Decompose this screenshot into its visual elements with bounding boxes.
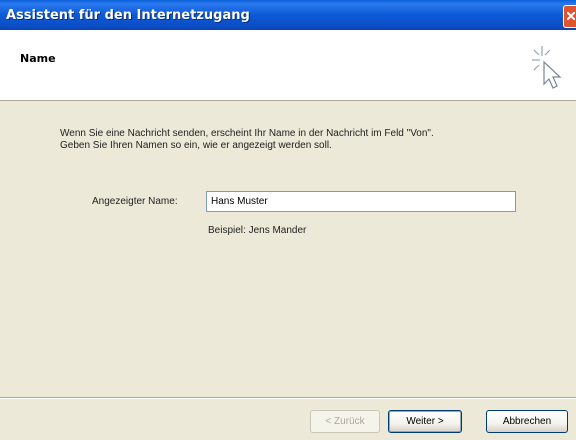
close-button[interactable]: [563, 5, 576, 28]
back-button[interactable]: < Zurück: [310, 410, 380, 433]
wizard-header: Name: [0, 30, 576, 101]
intro-line-1: Wenn Sie eine Nachricht senden, erschein…: [60, 128, 434, 139]
intro-text: Wenn Sie eine Nachricht senden, erschein…: [60, 128, 540, 152]
cancel-button[interactable]: Abbrechen: [486, 410, 568, 433]
display-name-input[interactable]: [206, 191, 516, 212]
wizard-window: Assistent für den Internetzugang Name We…: [0, 0, 576, 440]
close-icon: [567, 12, 575, 20]
display-name-label: Angezeigter Name:: [92, 196, 178, 207]
intro-line-2: Geben Sie Ihren Namen so ein, wie er ang…: [60, 140, 332, 151]
title-bar[interactable]: Assistent für den Internetzugang: [0, 0, 576, 30]
wizard-cursor-icon: [532, 46, 562, 89]
window-title: Assistent für den Internetzugang: [6, 8, 250, 23]
example-hint: Beispiel: Jens Mander: [208, 225, 307, 236]
next-button[interactable]: Weiter >: [388, 410, 462, 433]
page-title: Name: [20, 52, 56, 65]
footer-divider-highlight: [0, 398, 576, 399]
